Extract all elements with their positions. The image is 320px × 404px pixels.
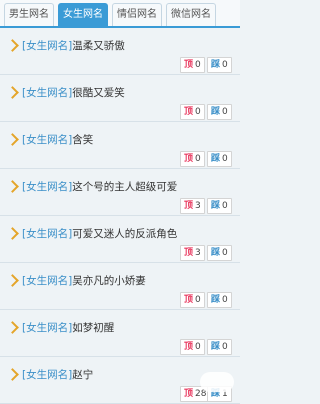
item-tag: [女生网名] [22,369,73,381]
item-name: 温柔又骄傲 [72,40,125,52]
list-item[interactable]: [女生网名]很酷又爱笑 顶0 踩0 [0,75,240,122]
tab-wechat-names[interactable]: 微信网名 [166,3,216,26]
list-item[interactable]: [女生网名]含笑 顶0 踩0 [0,122,240,169]
item-title[interactable]: [女生网名]赵宁 [22,367,93,382]
vote-down-label: 踩 [211,154,221,164]
vote-up-label: 顶 [184,60,194,70]
item-title[interactable]: [女生网名]吴亦凡的小娇妻 [22,273,146,288]
vote-up-count: 0 [195,295,201,305]
item-name: 很酷又爱笑 [72,87,125,99]
tab-couple-names[interactable]: 情侣网名 [112,3,162,26]
item-tag: [女生网名] [22,228,73,240]
item-title[interactable]: [女生网名]温柔又骄傲 [22,38,125,53]
vote-down-label: 踩 [211,342,221,352]
vote-up-label: 顶 [184,389,194,399]
chevron-right-icon [6,86,19,99]
chevron-right-icon [6,39,19,52]
vote-up-button[interactable]: 顶0 [180,292,205,308]
vote-down-label: 踩 [211,107,221,117]
vote-down-count: 0 [222,107,228,117]
item-tag: [女生网名] [22,40,73,52]
name-list: [女生网名]温柔又骄傲 顶0 踩0 [女生网名]很酷又爱笑 顶0 踩0 [女生网… [0,28,240,404]
list-item[interactable]: [女生网名]温柔又骄傲 顶0 踩0 [0,28,240,75]
item-name: 赵宁 [72,369,94,381]
chevron-right-icon [6,180,19,193]
item-name: 如梦初醒 [72,322,115,334]
list-item[interactable]: [女生网名]这个号的主人超级可爱 顶3 踩0 [0,169,240,216]
item-tag: [女生网名] [22,275,73,287]
vote-down-button[interactable]: 踩0 [207,339,232,355]
list-item[interactable]: [女生网名]可爱又迷人的反派角色 顶3 踩0 [0,216,240,263]
item-tag: [女生网名] [22,181,73,193]
vote-down-count: 0 [222,295,228,305]
vote-up-button[interactable]: 顶3 [180,198,205,214]
vote-down-button[interactable]: 踩0 [207,151,232,167]
list-item[interactable]: [女生网名]如梦初醒 顶0 踩0 [0,310,240,357]
vote-up-count: 3 [195,201,201,211]
vote-down-label: 踩 [211,295,221,305]
item-title[interactable]: [女生网名]这个号的主人超级可爱 [22,179,177,194]
tab-bar: 男生网名 女生网名 情侣网名 微信网名 [0,0,240,28]
vote-down-button[interactable]: 踩0 [207,245,232,261]
vote-up-label: 顶 [184,295,194,305]
item-name: 这个号的主人超级可爱 [72,181,178,193]
vote-down-label: 踩 [211,60,221,70]
vote-up-button[interactable]: 顶0 [180,339,205,355]
item-name: 吴亦凡的小娇妻 [72,275,146,287]
vote-down-button[interactable]: 踩0 [207,198,232,214]
vote-down-label: 踩 [211,201,221,211]
vote-up-label: 顶 [184,342,194,352]
chevron-right-icon [6,321,19,334]
watermark-badge [200,372,234,392]
chevron-right-icon [6,133,19,146]
item-tag: [女生网名] [22,87,73,99]
vote-up-button[interactable]: 顶3 [180,245,205,261]
vote-up-count: 0 [195,342,201,352]
vote-down-button[interactable]: 踩0 [207,292,232,308]
vote-down-count: 0 [222,201,228,211]
vote-down-count: 0 [222,248,228,258]
item-title[interactable]: [女生网名]含笑 [22,132,93,147]
vote-up-label: 顶 [184,107,194,117]
list-item[interactable]: [女生网名]吴亦凡的小娇妻 顶0 踩0 [0,263,240,310]
vote-up-button[interactable]: 顶0 [180,104,205,120]
vote-down-button[interactable]: 踩0 [207,57,232,73]
vote-up-button[interactable]: 顶0 [180,57,205,73]
vote-down-count: 0 [222,342,228,352]
vote-down-count: 0 [222,60,228,70]
vote-down-label: 踩 [211,248,221,258]
item-name: 含笑 [72,134,94,146]
item-title[interactable]: [女生网名]可爱又迷人的反派角色 [22,226,177,241]
item-title[interactable]: [女生网名]很酷又爱笑 [22,85,125,100]
vote-up-count: 3 [195,248,201,258]
chevron-right-icon [6,274,19,287]
tab-boy-names[interactable]: 男生网名 [4,3,54,26]
item-tag: [女生网名] [22,322,73,334]
vote-up-count: 0 [195,107,201,117]
item-title[interactable]: [女生网名]如梦初醒 [22,320,114,335]
item-name: 可爱又迷人的反派角色 [72,228,178,240]
vote-down-button[interactable]: 踩0 [207,104,232,120]
vote-down-count: 0 [222,154,228,164]
vote-up-label: 顶 [184,201,194,211]
vote-up-button[interactable]: 顶0 [180,151,205,167]
item-tag: [女生网名] [22,134,73,146]
vote-up-count: 0 [195,60,201,70]
vote-up-label: 顶 [184,154,194,164]
chevron-right-icon [6,368,19,381]
vote-up-count: 0 [195,154,201,164]
vote-up-label: 顶 [184,248,194,258]
chevron-right-icon [6,227,19,240]
tab-girl-names[interactable]: 女生网名 [58,3,108,26]
